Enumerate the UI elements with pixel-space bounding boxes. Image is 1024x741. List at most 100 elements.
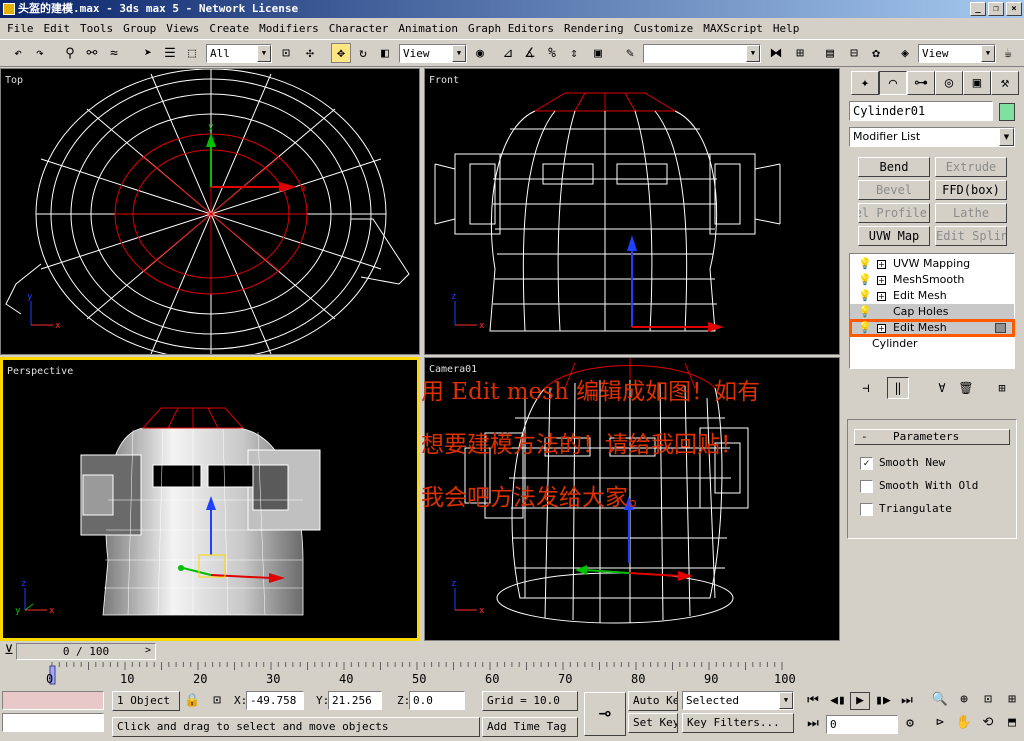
menu-views[interactable]: Views (161, 22, 204, 35)
scale-icon[interactable]: ◧ (375, 43, 395, 63)
restore-button[interactable]: ❐ (988, 2, 1004, 16)
field-of-view-icon[interactable]: ⊳ (930, 715, 950, 731)
select-manipulate-icon[interactable]: ✣ (300, 43, 320, 63)
viewport-top[interactable]: Top y x y x (0, 68, 420, 355)
modifier-button-bend[interactable]: Bend (858, 157, 930, 177)
remove-modifier-icon[interactable]: 🗑 (955, 377, 977, 399)
render-type-select[interactable]: View ▼ (918, 44, 996, 63)
viewport-front[interactable]: Front z x (424, 68, 840, 355)
modifier-button-ffd-box[interactable]: FFD(box) (935, 180, 1007, 200)
expand-icon[interactable]: + (877, 324, 886, 333)
maximize-viewport-icon[interactable]: ⬒ (1002, 715, 1022, 731)
viewport-label-top[interactable]: Top (5, 75, 23, 86)
checkbox-icon[interactable] (860, 479, 873, 493)
next-frame-icon[interactable]: ▮▶ (873, 693, 893, 709)
lightbulb-icon[interactable]: 💡 (858, 322, 872, 333)
menu-group[interactable]: Group (118, 22, 161, 35)
expand-icon[interactable]: + (877, 276, 886, 285)
checkbox-checked-icon[interactable]: ✓ (860, 456, 873, 470)
pan-icon[interactable]: ✋ (954, 715, 974, 731)
menu-edit[interactable]: Edit (39, 22, 76, 35)
set-key-button[interactable]: Set Key (628, 713, 678, 733)
modifier-button-uvw-map[interactable]: UVW Map (858, 226, 930, 246)
viewport-label-front[interactable]: Front (429, 75, 459, 86)
modifier-button-bevel-profile[interactable]: Bevel Profile (858, 203, 930, 223)
percent-snap-icon[interactable]: % (542, 43, 562, 63)
auto-key-button[interactable]: Auto Key (628, 691, 678, 711)
menu-help[interactable]: Help (768, 22, 805, 35)
stack-item-cylinder[interactable]: Cylinder (850, 336, 1014, 352)
key-mode-toggle-icon[interactable]: ⏭ (803, 716, 823, 732)
select-icon[interactable]: ➤ (138, 43, 158, 63)
window-crossing-icon[interactable]: ⊡ (276, 43, 296, 63)
y-coordinate-field[interactable]: 21.256 (328, 691, 382, 710)
key-mode-select[interactable]: Selected ▼ (682, 691, 794, 710)
menu-customize[interactable]: Customize (629, 22, 699, 35)
maxscript-listener-input[interactable] (2, 713, 104, 732)
smooth-with-old-checkbox[interactable]: Smooth With Old (860, 479, 978, 495)
modifier-button-edit-spline[interactable]: Edit Spline (935, 226, 1007, 246)
material-editor-icon[interactable]: ✿ (866, 43, 886, 63)
spinner-snap-icon[interactable]: ⇕ (564, 43, 584, 63)
stack-item-cap-holes[interactable]: 💡 Cap Holes (850, 304, 1014, 320)
stack-item-edit-mesh[interactable]: 💡 + Edit Mesh (850, 288, 1014, 304)
previous-frame-icon[interactable]: ◀▮ (828, 693, 848, 709)
time-slider[interactable]: 0 / 100 (16, 643, 156, 660)
parameters-rollout-header[interactable]: - Parameters (854, 429, 1010, 445)
lightbulb-icon[interactable]: 💡 (858, 306, 872, 317)
abc-icon[interactable]: ✎ (620, 43, 640, 63)
modifier-list-select[interactable]: Modifier List ▼ (849, 127, 1015, 147)
lightbulb-icon[interactable]: 💡 (858, 274, 872, 285)
motion-tab-icon[interactable]: ◎ (935, 71, 963, 95)
go-to-start-icon[interactable]: ⏮ (803, 693, 823, 709)
configure-modifier-sets-icon[interactable]: ⊞ (991, 377, 1013, 399)
hierarchy-tab-icon[interactable]: ⊶ (907, 71, 935, 95)
display-tab-icon[interactable]: ▣ (963, 71, 991, 95)
arc-rotate-icon[interactable]: ⟲ (978, 715, 998, 731)
viewport-perspective[interactable]: Perspective z x y (0, 357, 420, 641)
ref-coord-select[interactable]: View ▼ (399, 44, 467, 63)
menu-animation[interactable]: Animation (393, 22, 463, 35)
menu-file[interactable]: File (2, 22, 39, 35)
zoom-icon[interactable]: 🔍 (930, 692, 950, 708)
make-unique-icon[interactable]: ∀ (931, 377, 953, 399)
x-coordinate-field[interactable]: -49.758 (246, 691, 304, 710)
modifier-button-bevel[interactable]: Bevel (858, 180, 930, 200)
chevron-right-icon[interactable]: > (142, 643, 154, 659)
expand-icon[interactable]: + (877, 292, 886, 301)
go-to-end-icon[interactable]: ⏭ (897, 693, 917, 709)
timeline-ruler[interactable]: 0 10 20 30 40 50 60 70 80 90 100 (0, 662, 845, 688)
rect-select-icon[interactable]: ⬚ (182, 43, 202, 63)
stack-item-edit-mesh-highlighted[interactable]: 💡 + Edit Mesh (849, 319, 1015, 337)
utilities-tab-icon[interactable]: ⚒ (991, 71, 1019, 95)
snap-icon[interactable]: ⊿ (498, 43, 518, 63)
play-icon[interactable]: ▶ (850, 692, 870, 710)
checkbox-icon[interactable] (860, 502, 873, 516)
modifier-button-lathe[interactable]: Lathe (935, 203, 1007, 223)
menu-tools[interactable]: Tools (75, 22, 118, 35)
rotate-icon[interactable]: ↻ (353, 43, 373, 63)
pivot-icon[interactable]: ◉ (470, 43, 490, 63)
schematic-icon[interactable]: ⊟ (844, 43, 864, 63)
expand-icon[interactable]: + (877, 260, 886, 269)
menu-modifiers[interactable]: Modifiers (254, 22, 324, 35)
minimize-button[interactable]: _ (970, 2, 986, 16)
menu-graph-editors[interactable]: Graph Editors (463, 22, 559, 35)
select-by-name-icon[interactable]: ☰ (160, 43, 180, 63)
object-color-swatch[interactable] (999, 103, 1015, 121)
lock-selection-icon[interactable]: 🔒 (184, 693, 200, 709)
pin-stack-icon[interactable]: ⊣ (855, 377, 877, 399)
object-name-field[interactable]: Cylinder01 (849, 101, 993, 121)
stack-item-uvw-mapping[interactable]: 💡 + UVW Mapping (850, 256, 1014, 272)
named-selection-select[interactable]: ▼ (643, 44, 761, 63)
current-frame-field[interactable]: 0 (826, 715, 898, 734)
close-button[interactable]: × (1006, 2, 1022, 16)
stack-item-meshsmooth[interactable]: 💡 + MeshSmooth (850, 272, 1014, 288)
menu-maxscript[interactable]: MAXScript (698, 22, 768, 35)
mini-curve-editor-icon[interactable]: ⊻ (2, 643, 16, 659)
menu-create[interactable]: Create (204, 22, 254, 35)
z-coordinate-field[interactable]: 0.0 (409, 691, 465, 710)
lightbulb-icon[interactable]: 💡 (858, 258, 872, 269)
redo-icon[interactable]: ↷ (30, 43, 50, 63)
zoom-extents-icon[interactable]: ⊡ (978, 692, 998, 708)
